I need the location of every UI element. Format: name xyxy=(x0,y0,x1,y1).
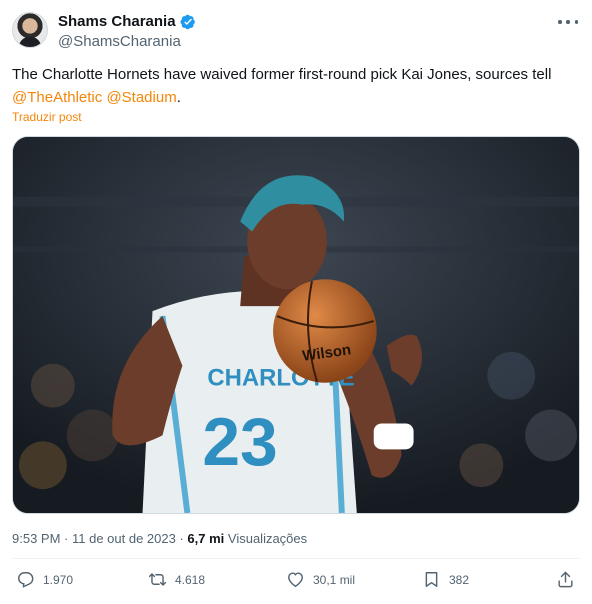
tweet-header: Shams Charania @ShamsCharania xyxy=(12,12,580,52)
mention-link[interactable]: @TheAthletic xyxy=(12,89,102,106)
meta-separator: · xyxy=(60,531,72,546)
tweet-body-text-end: . xyxy=(176,89,181,106)
tweet-text: The Charlotte Hornets have waived former… xyxy=(12,63,582,109)
repost-count: 4.618 xyxy=(175,572,206,587)
repost-icon xyxy=(148,573,167,586)
views-count: 6,7 mi xyxy=(187,531,225,546)
mention-link[interactable]: @Stadium xyxy=(106,89,176,106)
repost-button[interactable]: 4.618 xyxy=(148,570,205,589)
like-count: 30,1 mil xyxy=(313,572,356,587)
tweet-body-text: The Charlotte Hornets have waived former… xyxy=(12,66,552,83)
more-options-icon[interactable] xyxy=(558,14,578,30)
reply-icon xyxy=(18,572,34,588)
like-button[interactable]: 30,1 mil xyxy=(286,570,355,589)
tweet-media-photo[interactable]: CHARLOTTE 23 Wilson xyxy=(12,136,580,514)
meta-separator: · xyxy=(175,531,188,546)
verified-badge-icon xyxy=(179,14,195,29)
tweet-time[interactable]: 9:53 PM xyxy=(12,531,60,546)
heart-icon xyxy=(288,572,303,588)
divider xyxy=(12,558,580,559)
share-icon xyxy=(558,571,573,588)
views-label: Visualizações xyxy=(227,531,308,546)
tweet-date[interactable]: 11 de out de 2023 xyxy=(72,531,176,546)
tweet-meta: 9:53 PM · 11 de out de 2023 · 6,7 mi Vis… xyxy=(12,531,307,546)
translate-post-link[interactable]: Traduzir post xyxy=(12,110,82,124)
jersey-number-text: 23 xyxy=(202,405,277,480)
bookmark-count: 382 xyxy=(449,572,470,587)
tweet-actions-bar: 1.970 4.618 30,1 mil 382 xyxy=(12,570,580,596)
bookmark-button[interactable]: 382 xyxy=(422,570,469,589)
bookmark-icon xyxy=(425,572,438,587)
avatar[interactable] xyxy=(12,12,48,48)
author-handle[interactable]: @ShamsCharania xyxy=(58,33,181,50)
reply-button[interactable]: 1.970 xyxy=(16,570,73,589)
reply-count: 1.970 xyxy=(43,572,74,587)
author-display-name[interactable]: Shams Charania xyxy=(58,13,176,30)
author-name-row: Shams Charania xyxy=(58,13,196,30)
share-button[interactable] xyxy=(556,570,575,589)
basketball-player-photo: CHARLOTTE 23 Wilson xyxy=(13,137,579,513)
